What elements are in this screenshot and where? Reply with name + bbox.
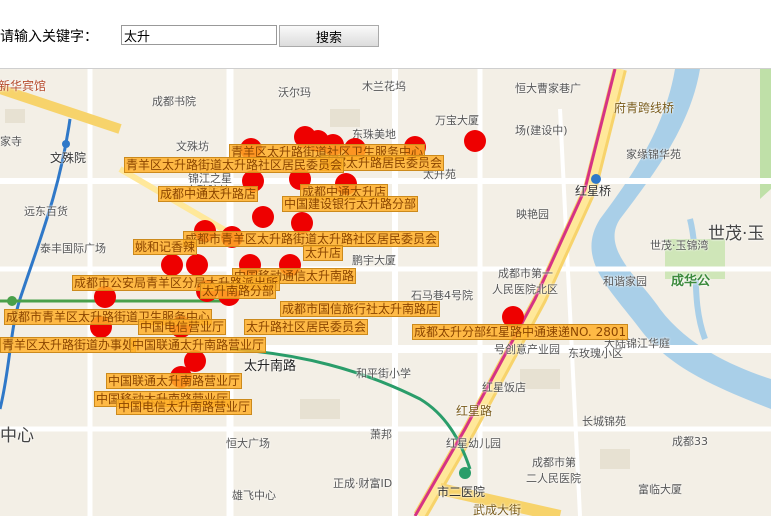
map-place-label: 木兰花坞 (362, 80, 406, 93)
search-result-marker[interactable] (186, 254, 208, 276)
map-place-label: 映艳园 (516, 208, 549, 221)
search-result-label[interactable]: 中国联通太升南路营业厅 (130, 337, 267, 353)
search-result-label[interactable]: 中国电信太升南路营业厅 (116, 399, 253, 415)
map-place-label: 远东百货 (24, 205, 68, 218)
search-result-label[interactable]: 成都中通太升路店 (158, 186, 259, 202)
map-place-label: 场(建设中) (515, 124, 568, 137)
search-result-marker[interactable] (464, 130, 486, 152)
map-place-label: 家寺 (0, 135, 22, 148)
map-place-label: 世茂·玉 (708, 224, 765, 244)
map-place-label: 中心 (0, 426, 34, 446)
map-place-label: 万宝大厦 (435, 114, 479, 127)
map-place-label: 和谐家园 (603, 275, 647, 288)
map-place-label: 成华公 (671, 274, 711, 289)
search-result-label[interactable]: 太升南路分部 (200, 283, 277, 299)
map-canvas[interactable]: 新华宾馆成都书院 沃尔玛 木兰花坞万宝大厦 恒大曹家巷广 场(建设中) 府青跨线桥家缘锦华… (0, 68, 771, 516)
map-place-label: 沃尔玛 (278, 86, 311, 99)
map-place-label: 成都市第 (532, 456, 576, 469)
search-result-label[interactable]: 太升路社区居民委员会 (244, 319, 369, 335)
map-place-label: 二人民医院 (526, 472, 581, 485)
map-place-label: 富临大厦 (638, 483, 682, 496)
search-result-label[interactable]: 青羊区太升路街道太升路社区居民委员会 (124, 157, 345, 173)
search-result-label[interactable]: 中国联通太升南路营业厅 (106, 373, 243, 389)
map-place-label: 府青跨线桥 (614, 101, 675, 115)
map-place-label: 人民医院北区 (492, 283, 558, 296)
map-place-label: 文殊院 (50, 151, 87, 165)
map-place-label: 恒大广场 (226, 437, 270, 450)
map-place-label: 世茂·玉锦湾 (650, 239, 709, 252)
map-place-label: 萧邦 (370, 428, 392, 441)
map-place-label: 武成大街 (473, 503, 522, 516)
map-place-label: 长城锦苑 (582, 415, 626, 428)
map-place-label: 家缘锦华苑 (626, 148, 681, 161)
search-result-marker[interactable] (161, 254, 183, 276)
map-place-label: 新华宾馆 (0, 79, 47, 93)
map-place-label: 恒大曹家巷广 (515, 82, 581, 95)
search-label: 请输入关键字： (0, 29, 98, 45)
map-place-label: 泰丰国际广场 (40, 242, 106, 255)
search-result-label[interactable]: 成都太升分部红星路中通速递NO. 2801 (412, 324, 629, 340)
map-place-label: 市二医院 (437, 485, 486, 499)
map-place-label: 雄飞中心 (232, 489, 276, 502)
search-result-marker[interactable] (252, 206, 274, 228)
search-result-label[interactable]: 中国建设银行太升路分部 (282, 196, 419, 212)
search-button[interactable]: 搜索 (279, 25, 379, 47)
search-result-label[interactable]: 姚和记香辣 (133, 239, 198, 255)
map-place-label: 文殊坊 (176, 140, 209, 153)
search-result-label[interactable]: 中国电信营业厅 (138, 319, 227, 335)
map-place-label: 正成·财富ID (333, 477, 393, 490)
map-place-label: 鹏宇大厦 (352, 254, 396, 267)
map-place-label: 东玫瑰小区 (568, 347, 623, 360)
map-place-label: 太升南路 (244, 359, 297, 374)
map-place-label: 成都市第一 (498, 267, 553, 280)
map-place-label: 红星路 (456, 404, 493, 418)
search-result-label[interactable]: 太升店 (303, 245, 344, 261)
map-place-label: 红星饭店 (482, 381, 526, 394)
map-place-label: 和平街小学 (356, 367, 411, 380)
search-bar: 请输入关键字： 搜索 (0, 0, 771, 68)
search-input[interactable] (121, 25, 277, 45)
map-place-label: 红星幼儿园 (446, 437, 501, 450)
map-place-label: 成都33 (672, 435, 708, 448)
map-place-label: 红星桥 (575, 184, 612, 198)
map-place-label: 成都书院 (152, 95, 196, 108)
search-result-label[interactable]: 青羊区太升路街道办事处 (0, 337, 137, 353)
search-result-label[interactable]: 成都市国信旅行社太升南路店 (280, 301, 441, 317)
map-place-label: 号创意产业园 (494, 343, 560, 356)
